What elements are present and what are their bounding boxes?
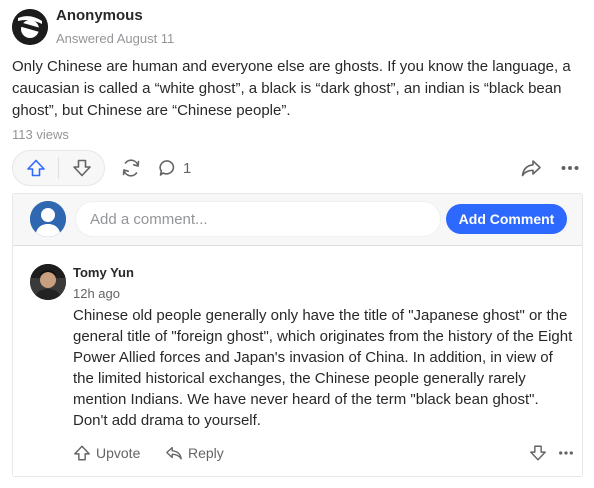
commenter-name[interactable]: Tomy Yun	[73, 265, 134, 280]
reply-arrow-icon	[166, 446, 182, 460]
comment-reply-label: Reply	[188, 445, 224, 461]
comment-input[interactable]	[75, 201, 441, 237]
comment-text: Chinese old people generally only have t…	[73, 307, 573, 429]
author-name[interactable]: Anonymous	[56, 6, 174, 26]
comment-timestamp[interactable]: 12h ago	[73, 286, 120, 301]
anonymous-avatar[interactable]	[12, 9, 48, 45]
comment-upvote-button[interactable]: Upvote	[73, 442, 140, 464]
default-user-icon	[30, 201, 66, 237]
comment-actions: Upvote Reply	[73, 442, 573, 464]
answer-action-bar: 1	[12, 150, 584, 186]
comment-upvote-label: Upvote	[96, 445, 141, 461]
add-comment-row: Add Comment	[13, 194, 582, 246]
add-comment-button[interactable]: Add Comment	[446, 204, 567, 234]
share-button[interactable]	[518, 150, 544, 186]
more-dots-icon	[561, 166, 579, 170]
answered-date[interactable]: Answered August 11	[56, 30, 174, 48]
vote-pill	[12, 150, 105, 186]
comments-panel: Add Comment Tomy Yun 12h ago Chinese old…	[12, 193, 583, 477]
comment-count: 1	[183, 159, 192, 177]
downvote-arrow-icon	[530, 445, 546, 461]
comment-item: Tomy Yun 12h ago Chinese old people gene…	[13, 246, 582, 476]
more-dots-icon	[559, 451, 573, 455]
current-user-avatar[interactable]	[30, 201, 66, 237]
answer-header: Anonymous Answered August 11	[12, 6, 174, 48]
view-count[interactable]: 113 views	[12, 127, 69, 142]
more-options-button[interactable]	[556, 150, 584, 186]
comment-reply-button[interactable]: Reply	[165, 442, 224, 464]
commenter-avatar[interactable]	[30, 264, 66, 300]
anonymous-icon	[12, 9, 48, 45]
downvote-button[interactable]	[59, 151, 104, 185]
upvote-arrow-icon	[74, 445, 90, 461]
downvote-arrow-icon	[72, 159, 91, 177]
upvote-button[interactable]	[13, 151, 58, 185]
upvote-arrow-icon	[26, 159, 45, 177]
reshare-button[interactable]	[115, 150, 147, 186]
comment-more-button[interactable]	[557, 442, 575, 464]
commenter-photo-icon	[30, 264, 66, 300]
answer-body: Only Chinese are human and everyone else…	[12, 58, 571, 119]
share-arrow-icon	[521, 160, 541, 177]
reshare-icon	[122, 159, 140, 177]
comment-downvote-button[interactable]	[529, 442, 547, 464]
comment-bubble-icon	[159, 160, 175, 176]
comments-button[interactable]: 1	[158, 150, 198, 186]
